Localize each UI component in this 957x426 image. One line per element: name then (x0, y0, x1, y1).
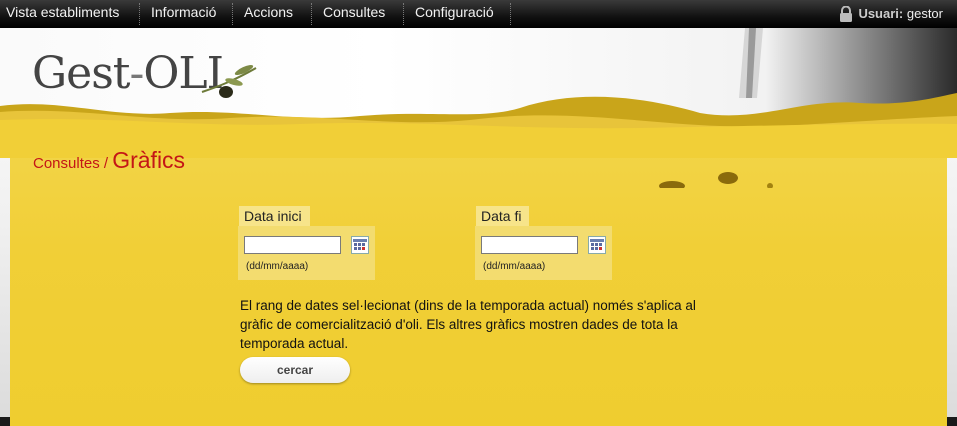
menu-item-informacio[interactable]: Informació (151, 0, 216, 28)
logo-text: Gest (32, 48, 130, 99)
menu-separator (403, 3, 404, 25)
menu-item-vista-establiments[interactable]: Vista establiments (6, 0, 119, 28)
end-date-input[interactable] (481, 236, 578, 254)
menu-item-consultes[interactable]: Consultes (323, 0, 385, 28)
calendar-icon[interactable] (351, 236, 369, 254)
menu-separator (232, 3, 233, 25)
menu-separator (510, 3, 511, 25)
end-date-hint: (dd/mm/aaaa) (483, 261, 546, 272)
logo-dash: - (129, 48, 144, 99)
menu-item-configuracio[interactable]: Configuració (415, 0, 494, 28)
user-name: gestor (906, 6, 943, 21)
app-logo: Gest-OLI (32, 48, 224, 99)
page-title: Gràfics (112, 147, 186, 173)
menu-item-accions[interactable]: Accions (244, 0, 293, 28)
breadcrumb-separator: / (103, 155, 109, 172)
start-date-hint: (dd/mm/aaaa) (246, 261, 309, 272)
start-date-input[interactable] (244, 236, 341, 254)
menu-separator (311, 3, 312, 25)
start-date-label: Data inici (239, 206, 310, 226)
user-label: Usuari: (858, 6, 904, 21)
date-range-note: El rang de dates sel·lecionat (dins de l… (240, 298, 696, 351)
top-menu-bar: Vista establiments Informació Accions Co… (0, 0, 957, 28)
user-info: Usuari: gestor (840, 0, 943, 28)
search-button[interactable]: cercar (240, 357, 350, 383)
menu-separator (139, 3, 140, 25)
calendar-icon[interactable] (588, 236, 606, 254)
breadcrumb: Consultes / Gràfics (33, 147, 185, 174)
olive-branch-icon (201, 64, 257, 98)
breadcrumb-parent[interactable]: Consultes (33, 155, 100, 172)
end-date-label: Data fi (476, 206, 530, 226)
lock-icon (840, 6, 853, 22)
